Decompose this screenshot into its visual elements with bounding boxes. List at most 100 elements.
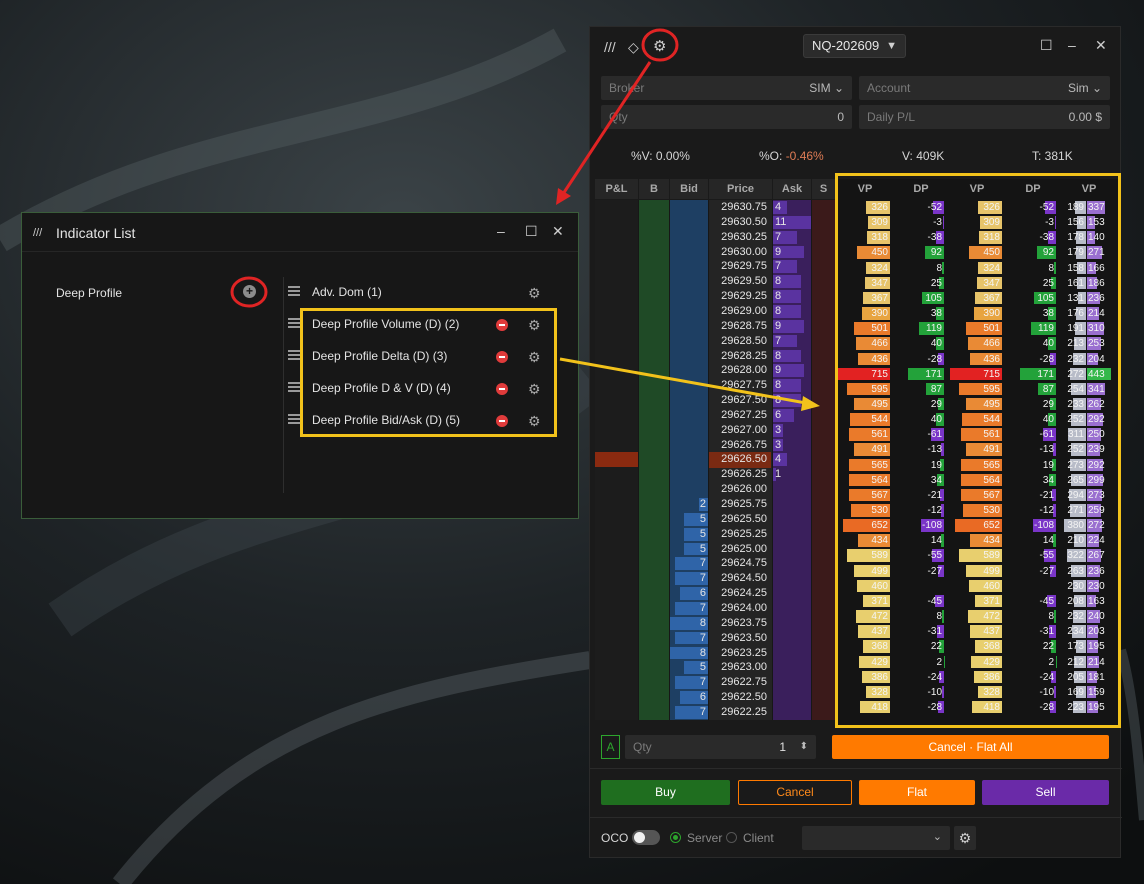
ask-cell[interactable]: 8 xyxy=(775,378,781,393)
ask-cell[interactable]: 4 xyxy=(775,200,781,215)
remove-indicator-icon[interactable] xyxy=(496,415,508,427)
ask-cell[interactable]: 8 xyxy=(775,274,781,289)
price-cell: 29630.50 xyxy=(721,215,767,228)
ask-cell[interactable]: 9 xyxy=(775,363,781,378)
qty-field[interactable]: Qty 0 xyxy=(601,105,852,129)
bid-cell[interactable]: 6 xyxy=(670,586,706,601)
minimize-icon[interactable]: – xyxy=(497,223,505,239)
maximize-icon[interactable]: ☐ xyxy=(525,223,538,239)
close-icon[interactable]: ✕ xyxy=(1095,37,1107,53)
gear-icon[interactable]: ⚙ xyxy=(528,382,541,396)
restore-icon[interactable]: ☐ xyxy=(1040,37,1053,53)
stat-volume: V: 409K xyxy=(902,149,945,163)
account-select[interactable]: Account Sim ⌄ xyxy=(859,76,1110,100)
bid-cell[interactable]: 7 xyxy=(670,705,706,720)
oco-strategy-select[interactable]: ⌄ xyxy=(802,826,950,850)
remove-indicator-icon[interactable] xyxy=(496,383,508,395)
delta-value: -24 xyxy=(927,671,942,683)
client-radio[interactable] xyxy=(726,832,737,843)
flat-button[interactable]: Flat xyxy=(859,780,975,805)
available-indicator-deep-profile[interactable]: Deep Profile xyxy=(56,286,122,300)
order-qty-field[interactable]: Qty 1 ⬍ xyxy=(625,735,816,759)
ask-cell[interactable]: 3 xyxy=(775,438,781,453)
ask-cell[interactable]: 9 xyxy=(775,319,781,334)
delta-value: 8 xyxy=(936,262,942,274)
ask-cell[interactable]: 9 xyxy=(775,245,781,260)
bid-cell[interactable]: 5 xyxy=(670,660,706,675)
price-cell: 29627.50 xyxy=(721,394,767,407)
bid-cell[interactable]: 2 xyxy=(670,497,706,512)
drag-handle-icon[interactable] xyxy=(288,350,300,360)
oco-toggle[interactable] xyxy=(632,830,660,845)
delta-value: 105 xyxy=(1037,292,1054,304)
indicator-item-deep-profile-delta[interactable]: Deep Profile Delta (D) (3) xyxy=(288,346,447,366)
bid-cell[interactable]: 7 xyxy=(670,601,706,616)
bid-cell[interactable]: 7 xyxy=(670,675,706,690)
strategy-gear-icon[interactable]: ⚙ xyxy=(954,826,976,850)
buy-column[interactable] xyxy=(639,200,669,720)
remove-indicator-icon[interactable] xyxy=(496,351,508,363)
price-cell: 29629.50 xyxy=(721,275,767,288)
cancel-flat-all-button[interactable]: Cancel · Flat All xyxy=(832,735,1109,759)
ask-cell[interactable]: 8 xyxy=(775,304,781,319)
indicator-item-adv-dom[interactable]: Adv. Dom (1) xyxy=(288,282,382,302)
drag-handle-icon[interactable] xyxy=(288,318,300,328)
ask-cell[interactable]: 1 xyxy=(775,467,781,482)
bid-cell[interactable]: 7 xyxy=(670,556,706,571)
bid-cell[interactable]: 8 xyxy=(670,646,706,661)
sell-button[interactable]: Sell xyxy=(982,780,1109,805)
ask-cell[interactable]: 6 xyxy=(775,408,781,423)
remove-indicator-icon[interactable] xyxy=(496,319,508,331)
eraser-icon[interactable]: ◇ xyxy=(628,39,639,55)
auto-mode-toggle[interactable]: A xyxy=(601,735,620,759)
close-icon[interactable]: ✕ xyxy=(552,223,564,239)
bid-cell[interactable]: 6 xyxy=(670,690,706,705)
server-radio[interactable] xyxy=(670,832,681,843)
ask-cell[interactable]: 8 xyxy=(775,393,781,408)
ask-cell[interactable]: 7 xyxy=(775,334,781,349)
price-ladder[interactable]: 29630.75 4 29630.50 11 29630.25 7 29630.00 9 296… xyxy=(595,200,835,720)
ask-cell[interactable]: 11 xyxy=(775,215,786,230)
buy-button[interactable]: Buy xyxy=(601,780,730,805)
minimize-icon[interactable]: – xyxy=(1068,37,1076,53)
order-qty-value: 1 xyxy=(779,740,786,754)
ask-volume-value: 341 xyxy=(1088,383,1105,395)
stepper-icon[interactable]: ⬍ xyxy=(800,735,808,759)
drag-handle-icon[interactable] xyxy=(288,414,300,424)
gear-icon[interactable]: ⚙ xyxy=(653,39,666,55)
bid-cell[interactable]: 5 xyxy=(670,512,706,527)
bid-cell[interactable]: 7 xyxy=(670,631,706,646)
bid-cell[interactable]: 8 xyxy=(670,616,706,631)
add-indicator-icon[interactable]: + xyxy=(243,285,256,298)
ask-cell[interactable]: 3 xyxy=(775,423,781,438)
bid-cell[interactable]: 5 xyxy=(670,527,706,542)
broker-select[interactable]: Broker SIM ⌄ xyxy=(601,76,852,100)
gear-icon[interactable]: ⚙ xyxy=(528,318,541,332)
indicator-item-deep-profile-dv[interactable]: Deep Profile D & V (D) (4) xyxy=(288,378,451,398)
gear-icon[interactable]: ⚙ xyxy=(528,414,541,428)
gear-icon[interactable]: ⚙ xyxy=(528,350,541,364)
vp-value: 450 xyxy=(983,247,1000,259)
symbol-selector[interactable]: NQ-202609 ▼ xyxy=(803,34,906,58)
indicator-item-deep-profile-volume[interactable]: Deep Profile Volume (D) (2) xyxy=(288,314,459,334)
cancel-button[interactable]: Cancel xyxy=(738,780,852,805)
bid-volume-value: 169 xyxy=(1067,686,1084,698)
vp-value: 418 xyxy=(983,701,1000,713)
vp-value: 429 xyxy=(871,656,888,668)
delta-value: 38 xyxy=(1042,308,1054,320)
bid-cell[interactable]: 7 xyxy=(670,571,706,586)
indicator-item-deep-profile-bid-ask[interactable]: Deep Profile Bid/Ask (D) (5) xyxy=(288,410,460,430)
price-cell: 29622.50 xyxy=(721,691,767,704)
ask-cell[interactable]: 7 xyxy=(775,259,781,274)
ask-cell[interactable]: 8 xyxy=(775,349,781,364)
bid-cell[interactable]: 5 xyxy=(670,542,706,557)
drag-handle-icon[interactable] xyxy=(288,382,300,392)
ask-volume-value: 262 xyxy=(1088,398,1105,410)
ask-cell[interactable]: 4 xyxy=(775,452,781,467)
vp-value: 386 xyxy=(871,671,888,683)
sell-column[interactable] xyxy=(812,200,835,720)
ask-cell[interactable]: 8 xyxy=(775,289,781,304)
drag-handle-icon[interactable] xyxy=(288,286,300,296)
gear-icon[interactable]: ⚙ xyxy=(528,286,541,300)
ask-cell[interactable]: 7 xyxy=(775,230,781,245)
